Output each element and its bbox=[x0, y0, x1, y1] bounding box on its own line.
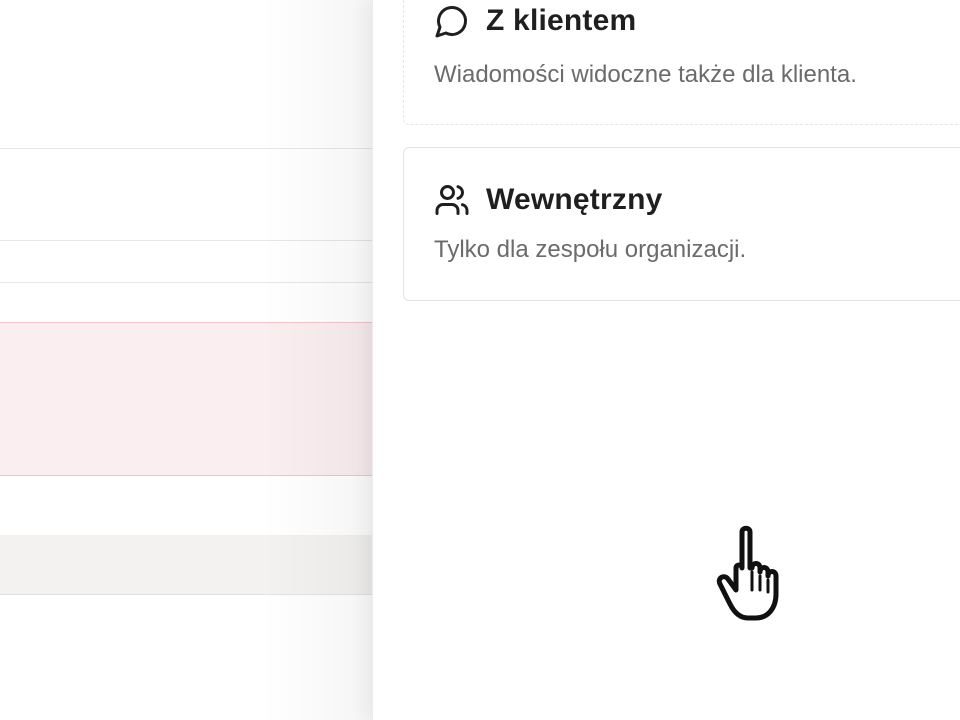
background-page bbox=[0, 0, 372, 720]
option-card-internal[interactable]: Wewnętrzny Tylko dla zespołu organizacji… bbox=[403, 147, 960, 301]
users-icon bbox=[434, 182, 470, 218]
visibility-side-panel: Z klientem Wiadomości widoczne także dla… bbox=[372, 0, 960, 720]
option-title: Wewnętrzny bbox=[486, 183, 663, 216]
option-description: Wiadomości widoczne także dla klienta. bbox=[434, 61, 857, 88]
chat-bubble-icon bbox=[434, 3, 470, 39]
option-card-header: Wewnętrzny bbox=[434, 182, 662, 218]
option-title: Z klientem bbox=[486, 4, 637, 37]
option-card-header: Z klientem bbox=[434, 3, 636, 39]
background-shade bbox=[0, 0, 372, 720]
option-description: Tylko dla zespołu organizacji. bbox=[434, 236, 747, 263]
screen: Z klientem Wiadomości widoczne także dla… bbox=[0, 0, 960, 720]
option-card-client[interactable]: Z klientem Wiadomości widoczne także dla… bbox=[403, 0, 960, 125]
